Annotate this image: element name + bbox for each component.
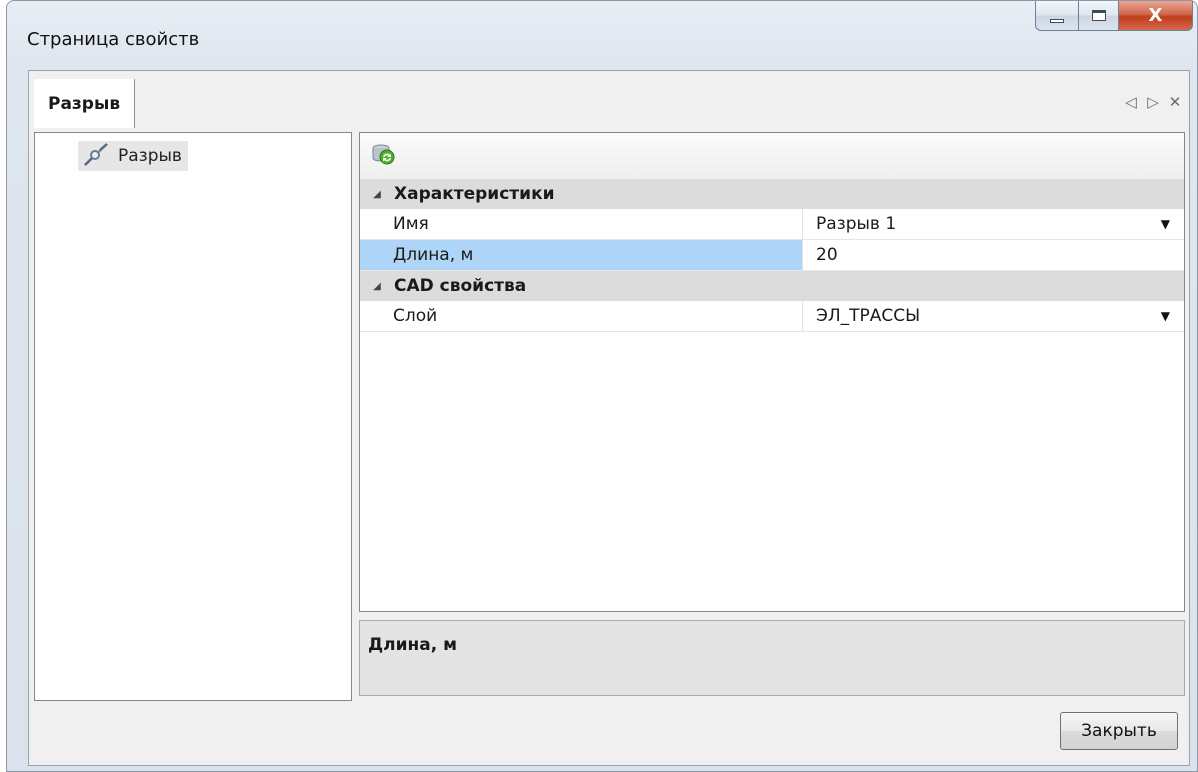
close-button[interactable]: Закрыть xyxy=(1060,712,1178,750)
property-name: Длина, м xyxy=(360,240,802,270)
tab-strip: Разрыв ◁ ▷ ✕ xyxy=(29,71,1189,128)
title-bar[interactable]: Страница свойств X xyxy=(7,1,1197,65)
refresh-database-icon[interactable] xyxy=(370,141,396,172)
close-icon: X xyxy=(1148,5,1163,26)
description-title: Длина, м xyxy=(368,635,457,655)
category-cad-properties[interactable]: ◢ CAD свойства xyxy=(360,271,1184,301)
property-grid: ◢ Характеристики Имя Разрыв 1 ▼ Длина, м… xyxy=(359,132,1185,612)
object-tree: Разрыв xyxy=(34,132,352,701)
minimize-button[interactable] xyxy=(1035,1,1079,31)
client-area: Разрыв ◁ ▷ ✕ Разрыв ◢ Характеристики Имя… xyxy=(28,70,1190,766)
window-title: Страница свойств xyxy=(27,29,200,50)
property-name: Имя xyxy=(393,214,429,234)
maximize-icon xyxy=(1091,10,1106,21)
property-row-layer[interactable]: Слой ЭЛ_ТРАССЫ ▼ xyxy=(360,301,1184,332)
collapse-icon[interactable]: ◢ xyxy=(360,281,394,292)
maximize-button[interactable] xyxy=(1079,1,1119,31)
property-row-name[interactable]: Имя Разрыв 1 ▼ xyxy=(360,209,1184,240)
property-value: ЭЛ_ТРАССЫ xyxy=(816,306,921,326)
chevron-down-icon[interactable]: ▼ xyxy=(1161,309,1170,323)
tree-item-break[interactable]: Разрыв xyxy=(78,141,188,171)
category-characteristics[interactable]: ◢ Характеристики xyxy=(360,179,1184,209)
property-name: Слой xyxy=(393,306,438,326)
caption-buttons: X xyxy=(1035,1,1193,31)
tree-item-label: Разрыв xyxy=(118,146,182,166)
tab-prev-icon[interactable]: ◁ xyxy=(1123,93,1139,111)
category-label: Характеристики xyxy=(394,184,555,204)
break-line-icon xyxy=(82,141,110,172)
tab-break[interactable]: Разрыв xyxy=(34,79,136,128)
tab-close-icon[interactable]: ✕ xyxy=(1167,93,1183,111)
property-value-field[interactable]: 20 xyxy=(802,240,1184,270)
minimize-icon xyxy=(1050,18,1064,23)
property-value-dropdown[interactable]: ЭЛ_ТРАССЫ ▼ xyxy=(802,301,1184,331)
property-row-length[interactable]: Длина, м 20 xyxy=(360,240,1184,271)
chevron-down-icon[interactable]: ▼ xyxy=(1161,217,1170,231)
window-close-button[interactable]: X xyxy=(1119,1,1193,31)
property-value: 20 xyxy=(816,245,838,265)
tab-next-icon[interactable]: ▷ xyxy=(1145,93,1161,111)
property-grid-toolbar xyxy=(360,133,1184,179)
description-panel: Длина, м xyxy=(359,620,1185,696)
category-label: CAD свойства xyxy=(394,276,527,296)
property-value: Разрыв 1 xyxy=(816,214,897,234)
properties-window: Страница свойств X Разрыв ◁ ▷ ✕ Разрыв ◢… xyxy=(6,0,1198,772)
collapse-icon[interactable]: ◢ xyxy=(360,189,394,200)
tab-controls: ◁ ▷ ✕ xyxy=(1123,93,1183,111)
property-value-dropdown[interactable]: Разрыв 1 ▼ xyxy=(802,209,1184,239)
